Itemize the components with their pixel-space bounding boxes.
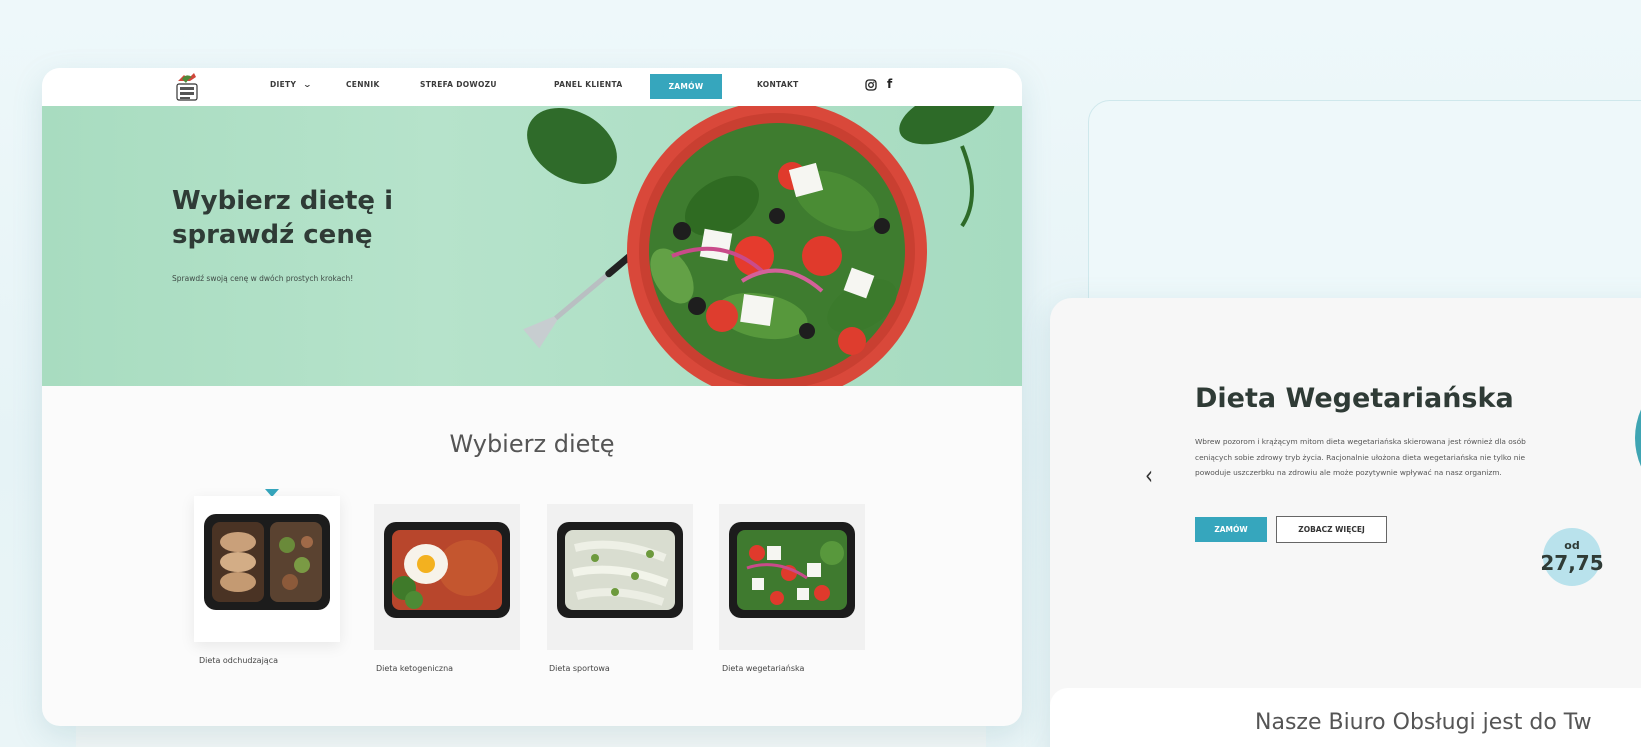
nav-kontakt[interactable]: KONTAKT <box>757 80 799 89</box>
nav-diety[interactable]: DIETY ⌄ <box>270 80 313 89</box>
instagram-icon[interactable] <box>865 79 877 94</box>
price-value: 27,75 <box>1540 551 1604 575</box>
chevron-left-icon[interactable]: ‹ <box>1145 459 1153 490</box>
diet-card-sportowa[interactable] <box>547 504 693 650</box>
hero-title: Wybierz dietę i sprawdź cenę <box>172 186 393 250</box>
choose-diet-heading: Wybierz dietę <box>449 430 615 458</box>
plate-image <box>1635 409 1641 467</box>
website-mockup-left: DIETY ⌄ CENNIK STREFA DOWOZU PANEL KLIENT… <box>42 68 1022 726</box>
top-navigation: DIETY ⌄ CENNIK STREFA DOWOZU PANEL KLIENT… <box>42 68 1022 106</box>
nav-order-button[interactable]: ZAMÓW <box>650 74 722 99</box>
diet-label[interactable]: Dieta ketogeniczna <box>376 664 453 673</box>
price-badge: od 27,75 <box>1540 528 1604 586</box>
meal-box-image <box>557 522 683 618</box>
nav-strefa-dowozu[interactable]: STREFA DOWOZU <box>420 80 497 89</box>
order-button[interactable]: ZAMÓW <box>1195 517 1267 542</box>
diet-label[interactable]: Dieta odchudzająca <box>199 656 278 665</box>
diet-card-odchudzajaca[interactable] <box>194 496 340 642</box>
nav-panel-klienta[interactable]: PANEL KLIENTA <box>554 80 622 89</box>
diet-detail-title: Dieta Wegetariańska <box>1195 383 1514 414</box>
hero-banner: Wybierz dietę i sprawdź cenę Sprawdź swo… <box>42 106 1022 386</box>
diet-label[interactable]: Dieta wegetariańska <box>722 664 804 673</box>
see-more-button[interactable]: ZOBACZ WIĘCEJ <box>1276 516 1387 543</box>
hero-subtitle: Sprawdź swoją cenę w dwóch prostych krok… <box>172 274 354 283</box>
brand-logo[interactable] <box>170 71 204 103</box>
meal-box-image <box>729 522 855 618</box>
support-section: Nasze Biuro Obsługi jest do Tw <box>1050 688 1641 747</box>
support-heading: Nasze Biuro Obsługi jest do Tw <box>1255 710 1592 735</box>
facebook-icon[interactable]: f <box>887 77 892 91</box>
meal-box-image <box>204 514 330 610</box>
meal-box-image <box>384 522 510 618</box>
diet-label[interactable]: Dieta sportowa <box>549 664 610 673</box>
diet-detail-description: Wbrew pozorom i krążącym mitom dieta weg… <box>1195 437 1526 477</box>
salad-bowl-image <box>523 106 995 386</box>
diet-card-ketogeniczna[interactable] <box>374 504 520 650</box>
nav-cennik[interactable]: CENNIK <box>346 80 380 89</box>
website-mockup-right: ‹ Dieta Wegetariańska Wbrew pozorom i kr… <box>1050 298 1641 747</box>
diet-card-wegetarianska[interactable] <box>719 504 865 650</box>
chevron-down-icon: ⌄ <box>302 80 313 89</box>
